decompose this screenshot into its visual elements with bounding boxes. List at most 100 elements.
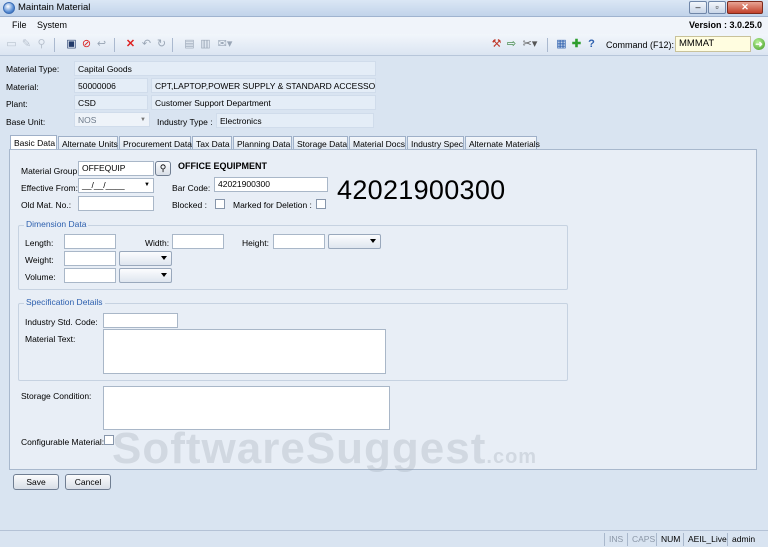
go-icon[interactable]: ➜ (753, 38, 765, 50)
email-icon[interactable]: ✉▾ (215, 38, 235, 51)
window-title: Maintain Material (18, 2, 91, 13)
bar-code-label: Bar Code: (172, 183, 211, 193)
print-preview-icon[interactable]: ▥ (199, 38, 212, 51)
watermark-text: SoftwareSuggest (112, 424, 487, 473)
effective-from-value: __/__/____ (82, 180, 125, 190)
height-label: Height: (242, 238, 269, 248)
edit-icon[interactable]: ✎ (20, 38, 33, 51)
minimize-button[interactable]: – (689, 1, 707, 14)
toolbar-separator (114, 38, 115, 52)
toolbar-separator (172, 38, 173, 52)
bar-code-display: 42021900300 (337, 175, 506, 205)
material-text-area[interactable] (103, 329, 386, 374)
base-unit-label: Base Unit: (6, 117, 46, 127)
toolbar-separator (54, 38, 55, 52)
toolbar-separator (547, 38, 548, 52)
old-mat-label: Old Mat. No.: (21, 200, 72, 210)
save-button[interactable]: Save (13, 474, 59, 490)
height-input[interactable] (273, 234, 325, 249)
chevron-down-icon (161, 273, 167, 277)
undo-icon[interactable]: ↩ (95, 38, 108, 51)
title-bar: Maintain Material – ▫ ✕ (0, 0, 768, 17)
plant-label: Plant: (6, 99, 28, 109)
length-input[interactable] (64, 234, 116, 249)
bar-code-input[interactable]: 42021900300 (214, 177, 328, 192)
tab-industry-spec[interactable]: Industry Spec (407, 136, 464, 150)
tab-planning-data[interactable]: Planning Data (233, 136, 292, 150)
back-icon[interactable]: ↶ (140, 38, 153, 51)
chevron-down-icon (370, 239, 376, 243)
maximize-button[interactable]: ▫ (708, 1, 726, 14)
dimension-unit-select[interactable] (328, 234, 381, 249)
close-button[interactable]: ✕ (727, 1, 763, 14)
watermark-suffix: .com (486, 446, 538, 468)
material-text-label: Material Text: (25, 334, 76, 344)
chevron-down-icon (161, 256, 167, 260)
command-label: Command (F12): (606, 40, 675, 50)
volume-label: Volume: (25, 272, 56, 282)
watermark: SoftwareSuggest.com (112, 424, 537, 474)
new-icon[interactable]: ▭ (5, 38, 18, 51)
tab-material-docs[interactable]: Material Docs (349, 136, 406, 150)
old-mat-input[interactable] (78, 196, 154, 211)
plant-code-field: CSD (74, 95, 148, 110)
stop-icon[interactable]: ⊘ (80, 38, 93, 51)
length-label: Length: (25, 238, 54, 248)
settings-icon[interactable]: ✂▾ (520, 38, 540, 51)
marked-deletion-label: Marked for Deletion : (233, 200, 312, 210)
lookup-icon[interactable]: ⚲ (155, 161, 171, 176)
configurable-label: Configurable Material: (21, 437, 105, 447)
material-code-field: 50000006 (74, 78, 148, 93)
material-group-label: Material Group: (21, 166, 80, 176)
industry-type-label: Industry Type : (157, 117, 213, 127)
material-label: Material: (6, 82, 39, 92)
delete-icon[interactable]: ✕ (124, 38, 137, 51)
menu-file[interactable]: File (12, 20, 27, 30)
material-group-input[interactable]: OFFEQUIP (78, 161, 154, 176)
search-icon[interactable]: ⚲ (35, 38, 48, 51)
weight-input[interactable] (64, 251, 116, 266)
weight-label: Weight: (25, 255, 54, 265)
tools-icon[interactable]: ⚒ (490, 38, 503, 51)
specification-title: Specification Details (24, 297, 105, 307)
blocked-checkbox[interactable] (215, 199, 225, 209)
export-icon[interactable]: ⇨ (505, 38, 518, 51)
blocked-label: Blocked : (172, 200, 207, 210)
material-group-desc: OFFICE EQUIPMENT (178, 161, 268, 171)
add-icon[interactable]: ✚ (570, 38, 583, 51)
tab-tax-data[interactable]: Tax Data (192, 136, 232, 150)
status-bar: INS CAPS NUM AEIL_Live admin (0, 530, 768, 547)
width-input[interactable] (172, 234, 224, 249)
weight-unit-select[interactable] (119, 251, 172, 266)
tab-alternate-materials[interactable]: Alternate Materials (465, 136, 540, 150)
effective-from-input[interactable]: __/__/____ ▼ (78, 178, 154, 193)
industry-type-field: Electronics (216, 113, 374, 128)
refresh-icon[interactable]: ↻ (155, 38, 168, 51)
menu-bar: File System Version : 3.0.25.0 (0, 17, 768, 34)
plant-desc-field: Customer Support Department (151, 95, 376, 110)
help-icon[interactable]: ? (585, 38, 598, 51)
window-icon[interactable]: ▦ (555, 38, 568, 51)
tab-alternate-units[interactable]: Alternate Units (58, 136, 118, 150)
command-input[interactable]: MMMAT (675, 36, 751, 52)
material-desc-field: CPT,LAPTOP,POWER SUPPLY & STANDARD ACCES… (151, 78, 376, 93)
volume-input[interactable] (64, 268, 116, 283)
tab-basic-data[interactable]: Basic Data (10, 135, 57, 150)
material-type-label: Material Type: (6, 64, 60, 74)
base-unit-select[interactable]: NOS ▼ (74, 112, 150, 127)
industry-std-input[interactable] (103, 313, 178, 328)
menu-system[interactable]: System (37, 20, 67, 30)
version-label: Version : 3.0.25.0 (688, 20, 762, 30)
material-type-field: Capital Goods (74, 61, 376, 76)
width-label: Width: (145, 238, 170, 248)
save-icon[interactable]: ▣ (65, 38, 78, 51)
print-icon[interactable]: ▤ (183, 38, 196, 51)
tab-storage-data[interactable]: Storage Data (293, 136, 348, 150)
volume-unit-select[interactable] (119, 268, 172, 283)
marked-deletion-checkbox[interactable] (316, 199, 326, 209)
tab-procurement-data[interactable]: Procurement Data (119, 136, 192, 150)
cancel-button[interactable]: Cancel (65, 474, 111, 490)
status-database: AEIL_Live (683, 533, 731, 546)
status-num: NUM (656, 533, 684, 546)
storage-condition-label: Storage Condition: (21, 391, 92, 401)
